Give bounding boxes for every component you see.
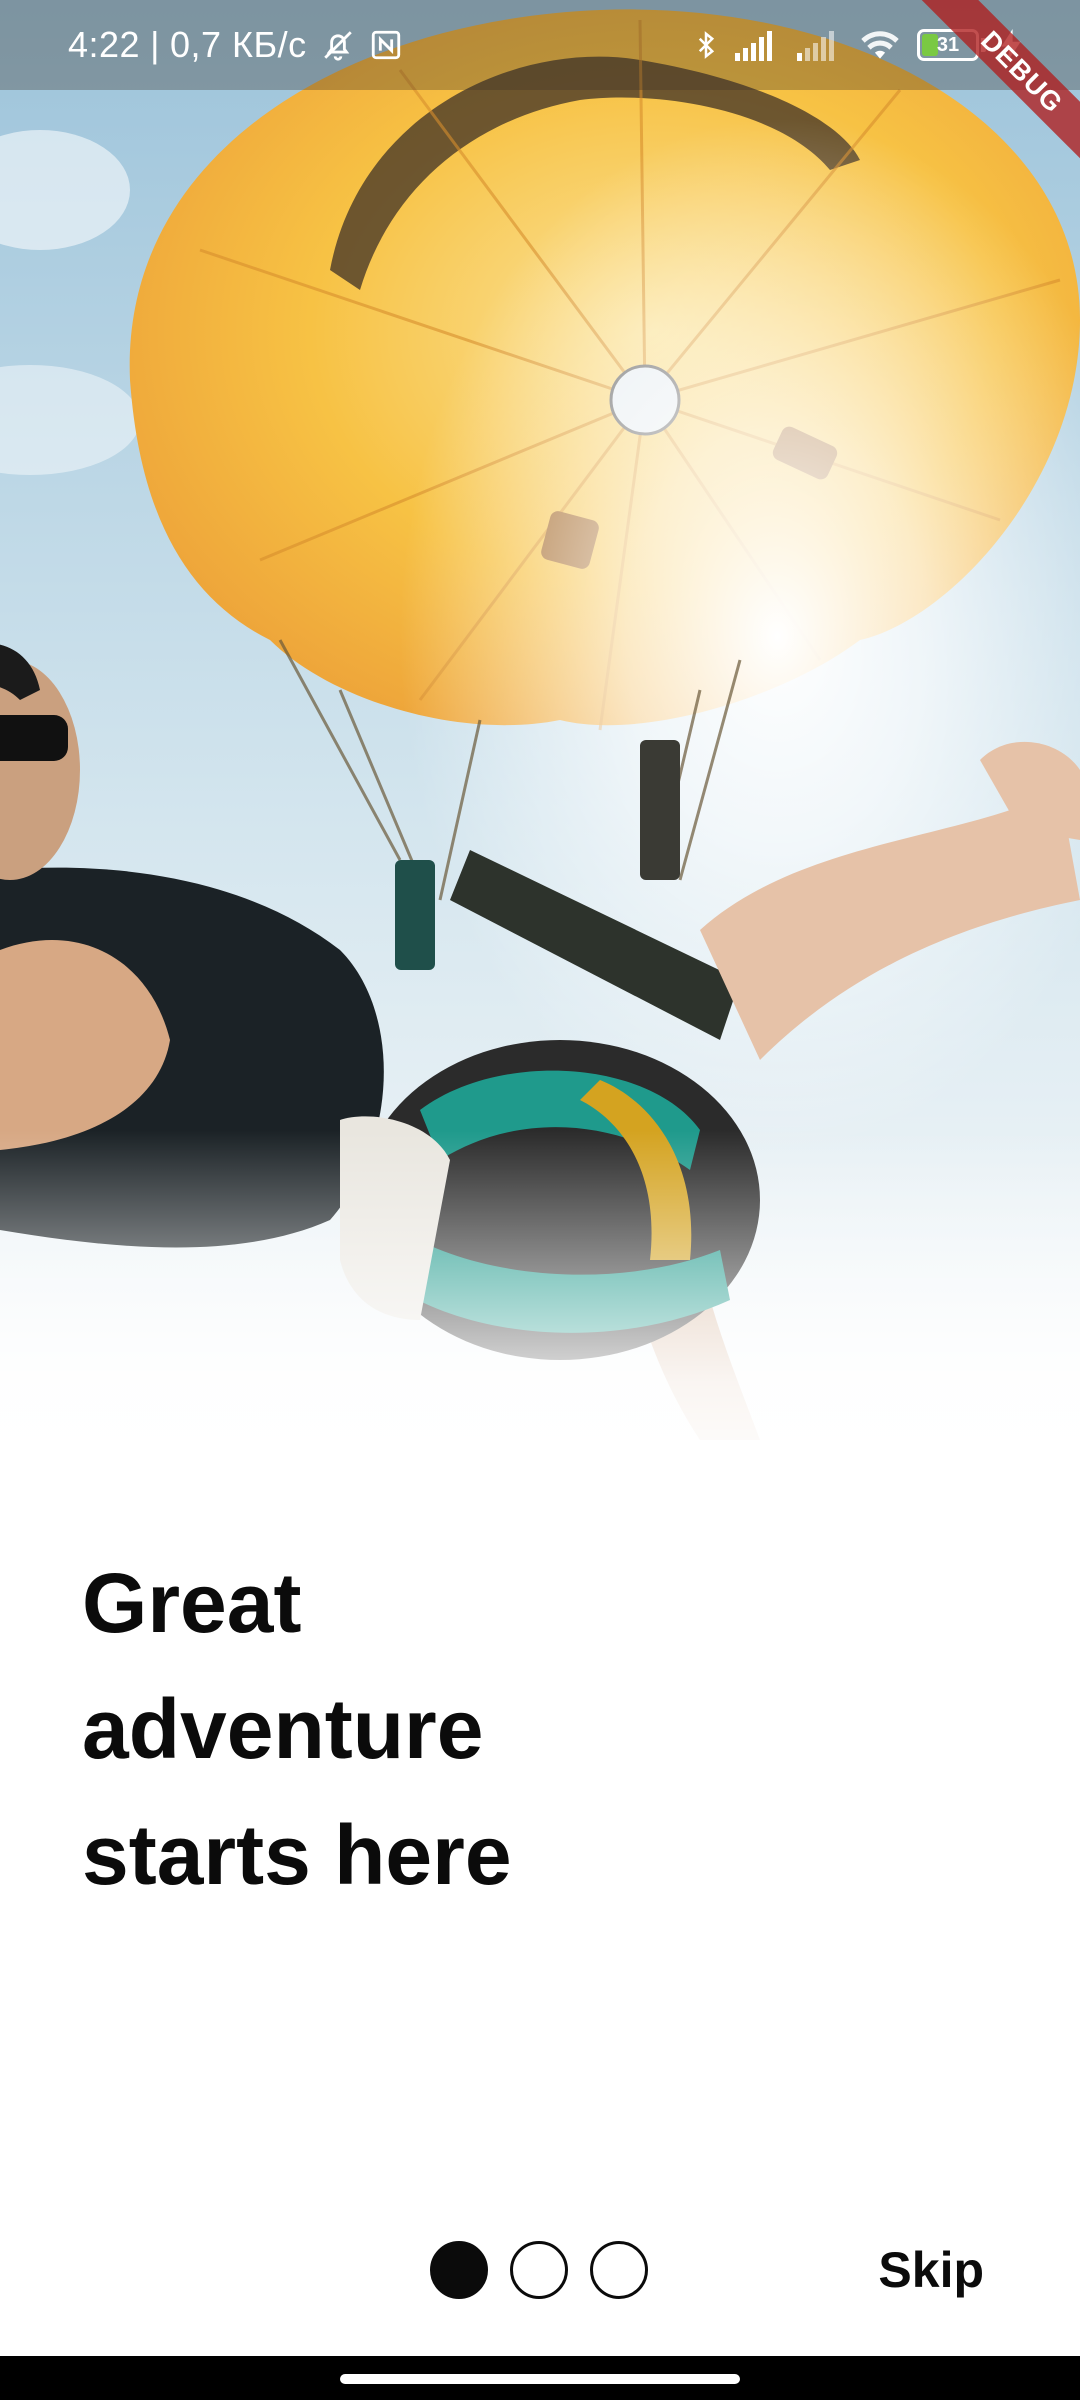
page-indicator	[430, 2241, 670, 2299]
status-bar: 4:22 | 0,7 КБ/с 31	[0, 0, 1080, 90]
nfc-icon	[369, 28, 403, 62]
status-time: 4:22	[68, 24, 141, 65]
home-indicator[interactable]	[340, 2374, 740, 2384]
signal-weak-icon	[797, 29, 845, 61]
page-dot-3[interactable]	[590, 2241, 648, 2299]
bluetooth-icon	[691, 27, 721, 63]
page-dot-2[interactable]	[510, 2241, 568, 2299]
bell-off-icon	[321, 28, 355, 62]
hero-fade-overlay	[0, 1130, 1080, 1480]
onboarding-headline: Great adventure starts here	[82, 1556, 512, 1902]
page-dot-1[interactable]	[430, 2241, 488, 2299]
network-speed: 0,7 КБ/с	[169, 24, 307, 65]
hero-image	[0, 0, 1080, 1480]
skip-button[interactable]: Skip	[878, 2236, 984, 2304]
status-left: 4:22 | 0,7 КБ/с	[68, 0, 403, 90]
onboarding-screen: 4:22 | 0,7 КБ/с 31 DEBUG Great adventure…	[0, 0, 1080, 2400]
wifi-icon	[859, 28, 901, 62]
signal-icon	[735, 29, 783, 61]
battery-level: 31	[936, 33, 960, 56]
status-separator: |	[150, 24, 160, 65]
navigation-bar	[0, 2356, 1080, 2400]
battery-fill	[922, 34, 938, 56]
